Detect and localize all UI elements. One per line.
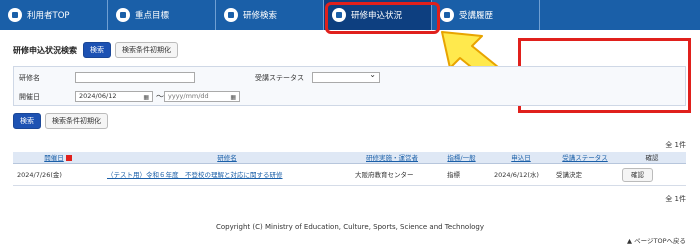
- column-header-date[interactable]: 開催日: [13, 152, 103, 164]
- page-title: 研修申込状況検索: [13, 45, 77, 55]
- column-header-confirm: 確認: [618, 152, 686, 164]
- page-top-label: ページTOPへ戻る: [634, 237, 686, 245]
- home-icon: [8, 8, 22, 22]
- search-icon: [224, 8, 238, 22]
- filter-buttons: 検索 検索条件初期化: [13, 113, 108, 129]
- column-header-type[interactable]: 指標/一般: [433, 152, 490, 164]
- cell-organizer: 大阪府教育センター: [351, 163, 433, 186]
- confirm-button[interactable]: 確認: [622, 168, 653, 182]
- nav-label: 利用者TOP: [27, 11, 70, 21]
- arrow-up-icon: ▲: [627, 237, 633, 245]
- date-to-placeholder: yyyy/mm/dd: [168, 92, 209, 100]
- result-count-top: 全 1件: [665, 141, 686, 149]
- cell-status: 受講決定: [552, 163, 618, 186]
- nav-label: 受講履歴: [459, 11, 494, 21]
- result-count-bottom: 全 1件: [665, 195, 686, 203]
- table-row: 2024/7/26(金) （テスト用）令和６年度 不登校の理解と対応に関する研修…: [13, 163, 686, 186]
- reset-button[interactable]: 検索条件初期化: [45, 113, 108, 129]
- date-from-value: 2024/06/12: [79, 92, 117, 100]
- nav-item-user-top[interactable]: 利用者TOP: [0, 0, 108, 30]
- sort-icon[interactable]: [65, 155, 72, 162]
- cell-confirm: 確認: [618, 163, 686, 186]
- target-icon: [116, 8, 130, 22]
- filter-panel: 研修名 開催日 2024/06/12 ▦ 〜 yyyy/mm/dd ▦ 受講ステ…: [13, 66, 686, 106]
- search-header: 研修申込状況検索 検索 検索条件初期化: [13, 42, 178, 58]
- status-label: 受講ステータス: [255, 74, 304, 82]
- search-button[interactable]: 検索: [13, 113, 41, 129]
- calendar-icon: ▦: [143, 94, 149, 101]
- nav-item-key-goals[interactable]: 重点目標: [108, 0, 216, 30]
- date-to-input[interactable]: yyyy/mm/dd ▦: [164, 91, 240, 102]
- course-name-label: 研修名: [19, 74, 40, 82]
- nav-item-course-search[interactable]: 研修検索: [216, 0, 324, 30]
- date-from-input[interactable]: 2024/06/12 ▦: [75, 91, 153, 102]
- table-header-row: 開催日 研修名 研修実施・運営者 指標/一般 申込日 受講ステータス 確認: [13, 152, 686, 164]
- cell-type: 指標: [433, 163, 490, 186]
- date-range-tilde: 〜: [156, 92, 164, 101]
- nav-item-course-history[interactable]: 受講履歴: [432, 0, 540, 30]
- cell-course-link[interactable]: （テスト用）令和６年度 不登校の理解と対応に関する研修: [103, 163, 351, 186]
- cell-date: 2024/7/26(金): [13, 163, 103, 186]
- calendar-icon: ▦: [230, 94, 236, 101]
- page-top-link[interactable]: ▲ ページTOPへ戻る: [627, 235, 686, 245]
- reset-button[interactable]: 検索条件初期化: [115, 42, 178, 58]
- cell-applied: 2024/6/12(水): [490, 163, 552, 186]
- history-icon: [440, 8, 454, 22]
- nav-label: 研修検索: [243, 11, 278, 21]
- column-header-organizer[interactable]: 研修実施・運営者: [351, 152, 433, 164]
- copyright: Copyright (C) Ministry of Education, Cul…: [215, 223, 485, 231]
- course-name-input[interactable]: [75, 72, 195, 83]
- column-header-course[interactable]: 研修名: [103, 152, 351, 164]
- date-label: 開催日: [19, 93, 40, 101]
- highlight-box: [325, 2, 440, 34]
- nav-label: 重点目標: [135, 11, 170, 21]
- search-button[interactable]: 検索: [83, 42, 111, 58]
- status-select[interactable]: [312, 70, 380, 83]
- column-header-applied[interactable]: 申込日: [490, 152, 552, 164]
- column-header-status[interactable]: 受講ステータス: [552, 152, 618, 164]
- results-table: 開催日 研修名 研修実施・運営者 指標/一般 申込日 受講ステータス 確認 20…: [13, 152, 686, 186]
